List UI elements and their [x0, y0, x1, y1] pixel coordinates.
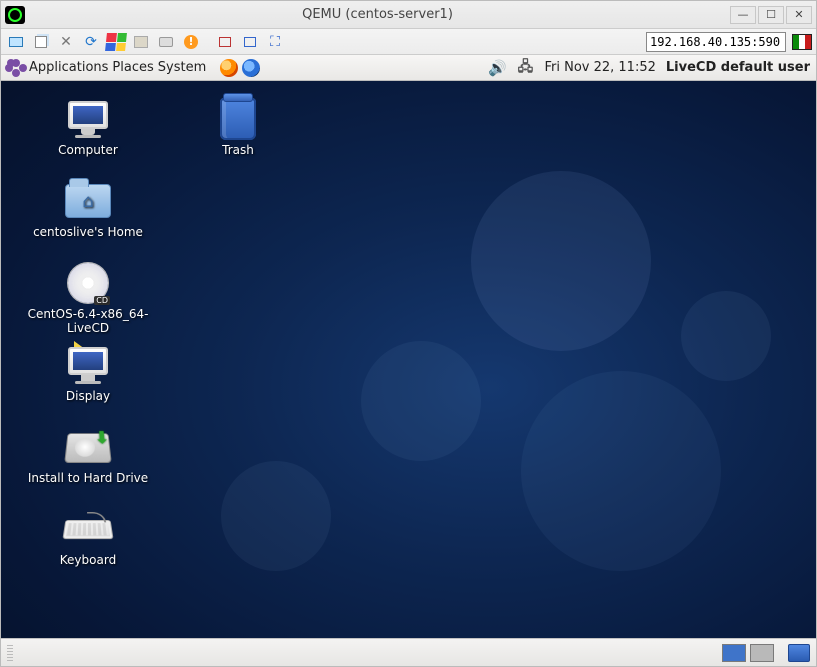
windows-icon[interactable]	[105, 32, 127, 52]
qemu-toolbar: ✕ ⟳ ! ⛶	[1, 29, 816, 55]
wallpaper-decoration	[471, 171, 651, 351]
icon-label: Keyboard	[60, 554, 116, 568]
warning-icon[interactable]: !	[180, 32, 202, 52]
titlebar: QEMU (centos-server1) — ☐ ✕	[1, 1, 816, 29]
desktop-icon-trash[interactable]: Trash	[163, 93, 313, 175]
clock[interactable]: Fri Nov 22, 11:52	[544, 60, 655, 75]
menu-places[interactable]: Places	[112, 60, 153, 75]
refresh-icon[interactable]: ⟳	[80, 32, 102, 52]
user-menu[interactable]: LiveCD default user	[666, 60, 810, 75]
desktop-icon-keyboard[interactable]: Keyboard	[13, 503, 163, 585]
window-title: QEMU (centos-server1)	[31, 7, 724, 22]
network-icon[interactable]: 🖧	[516, 59, 534, 77]
icon-label: centoslive's Home	[33, 226, 143, 240]
qemu-window: QEMU (centos-server1) — ☐ ✕ ✕ ⟳ ! ⛶ Appl…	[0, 0, 817, 667]
gnome-menu-left: Applications Places System	[7, 59, 260, 77]
desktop-icons: Computer Trash ⌂ centoslive's Home CentO…	[13, 93, 313, 585]
desktop-icon-home[interactable]: ⌂ centoslive's Home	[13, 175, 163, 257]
window-controls: — ☐ ✕	[730, 6, 812, 24]
desktop-icon-livecd[interactable]: CentOS-6.4-x86_64-LiveCD	[13, 257, 163, 339]
panel-handle[interactable]	[7, 645, 13, 661]
icon-label: Computer	[58, 144, 118, 158]
monitor-icon[interactable]	[5, 32, 27, 52]
icon-label: CentOS-6.4-x86_64-LiveCD	[13, 308, 163, 336]
computer-icon	[64, 97, 112, 141]
maximize-button[interactable]: ☐	[758, 6, 784, 24]
fullscreen-icon[interactable]: ⛶	[264, 32, 286, 52]
install-hdd-icon: ⬇	[64, 425, 112, 469]
wallpaper-decoration	[681, 291, 771, 381]
desktop-icon-display[interactable]: Display	[13, 339, 163, 421]
menu-system[interactable]: System	[158, 60, 206, 75]
screen-swap-icon[interactable]	[239, 32, 261, 52]
close-button[interactable]: ✕	[786, 6, 812, 24]
address-input[interactable]	[646, 32, 786, 52]
copy-icon[interactable]	[30, 32, 52, 52]
wallpaper-decoration	[361, 341, 481, 461]
trash-icon	[214, 97, 262, 141]
distro-icon[interactable]	[7, 59, 25, 77]
home-folder-icon: ⌂	[64, 179, 112, 223]
minimize-button[interactable]: —	[730, 6, 756, 24]
cd-icon	[64, 261, 112, 305]
drive-icon[interactable]	[155, 32, 177, 52]
icon-label: Trash	[222, 144, 254, 158]
desktop[interactable]: Computer Trash ⌂ centoslive's Home CentO…	[1, 81, 816, 638]
volume-icon[interactable]: 🔊	[488, 59, 506, 77]
workspace-1[interactable]	[722, 644, 746, 662]
menu-applications[interactable]: Applications	[29, 60, 108, 75]
gnome-menu-right: 🔊 🖧 Fri Nov 22, 11:52 LiveCD default use…	[488, 59, 810, 77]
screen-send-icon[interactable]	[214, 32, 236, 52]
wallpaper-decoration	[521, 371, 721, 571]
display-icon	[64, 343, 112, 387]
desktop-icon-computer[interactable]: Computer	[13, 93, 163, 175]
gnome-bottom-panel	[1, 638, 816, 666]
workspace-2[interactable]	[750, 644, 774, 662]
gnome-top-panel: Applications Places System 🔊 🖧 Fri Nov 2…	[1, 55, 816, 81]
show-desktop-icon[interactable]	[788, 644, 810, 662]
desktop-icon-install[interactable]: ⬇ Install to Hard Drive	[13, 421, 163, 503]
keyboard-icon	[64, 507, 112, 551]
thunderbird-icon[interactable]	[242, 59, 260, 77]
icon-label: Display	[66, 390, 110, 404]
locale-flag-icon[interactable]	[792, 34, 812, 50]
icon-label: Install to Hard Drive	[28, 472, 148, 486]
save-icon[interactable]	[130, 32, 152, 52]
tools-icon[interactable]: ✕	[55, 32, 77, 52]
qemu-app-icon	[5, 6, 25, 24]
firefox-icon[interactable]	[220, 59, 238, 77]
